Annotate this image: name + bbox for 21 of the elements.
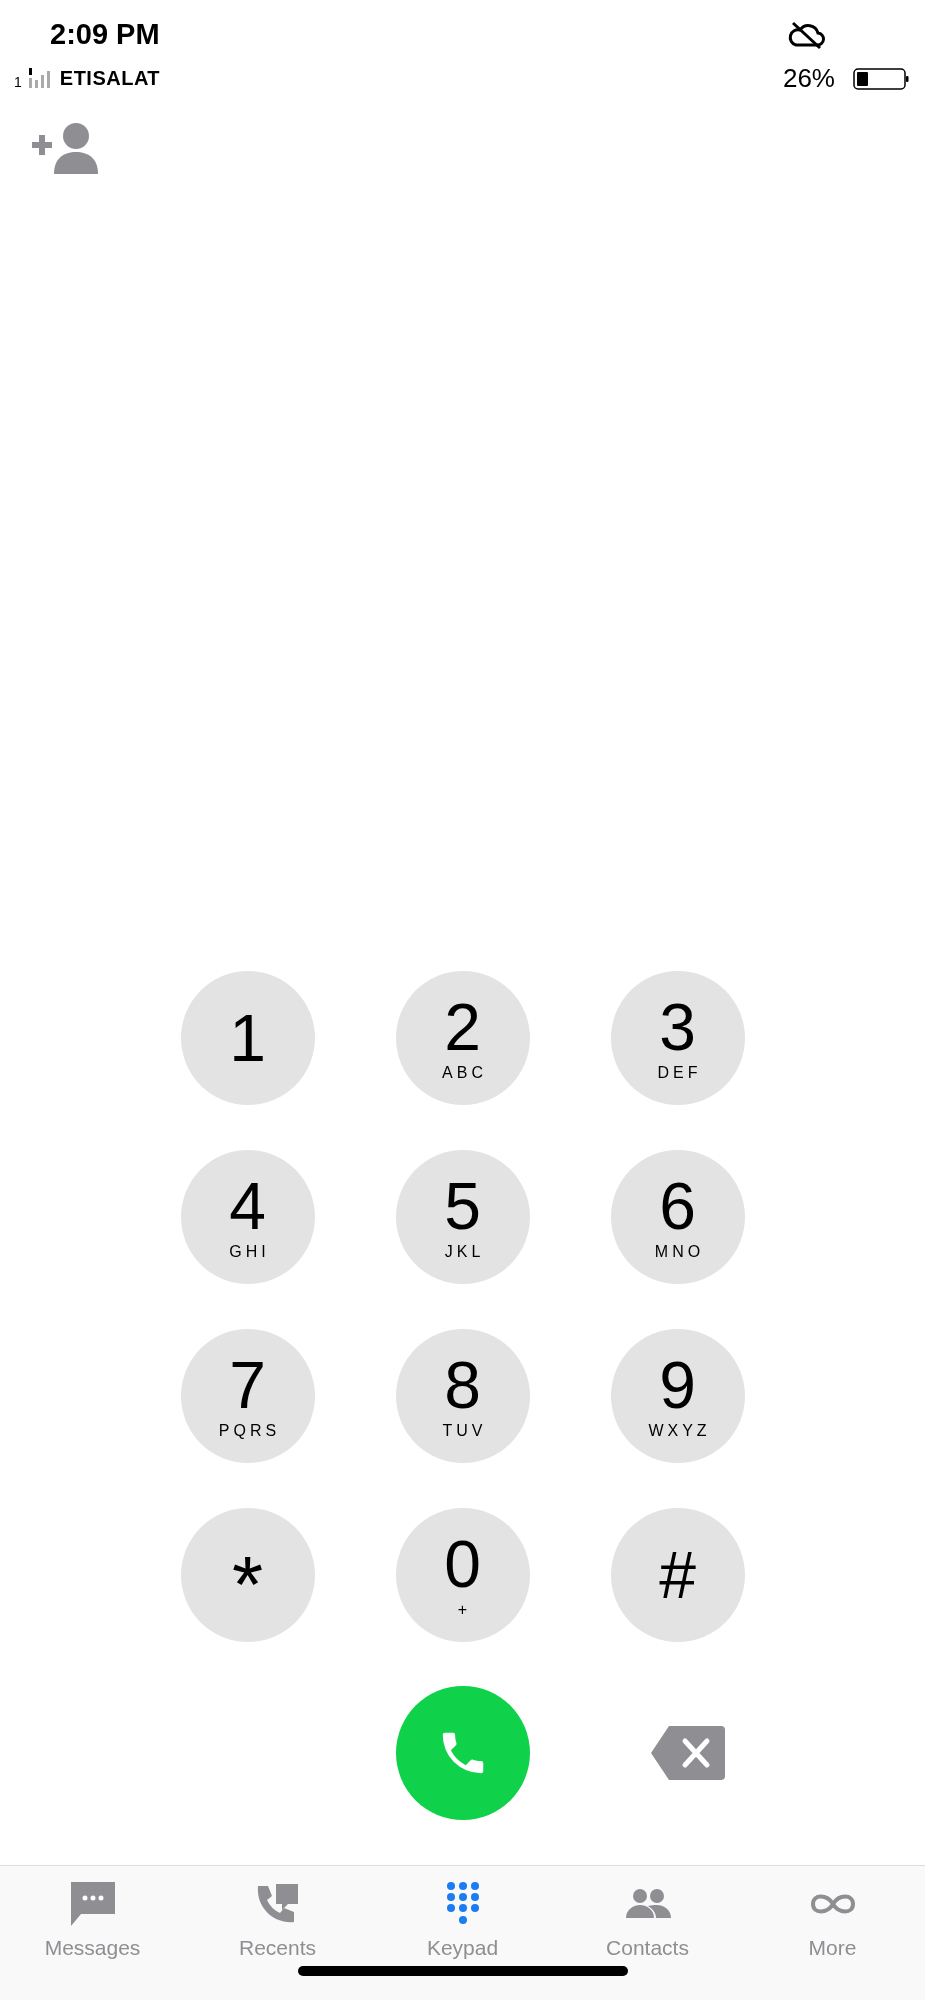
keypad-key[interactable]: 8 TUV [395,1329,530,1463]
sim-slot: 1 [14,74,22,90]
message-bubble-icon [68,1880,117,1928]
keypad-key[interactable]: * [180,1508,315,1642]
keypad-key[interactable]: 4 GHI [180,1150,315,1284]
keypad-key[interactable]: 2 ABC [395,971,530,1105]
keypad-key[interactable]: 3 DEF [610,971,745,1105]
keypad-key[interactable]: 5 JKL [395,1150,530,1284]
keypad-key[interactable]: 1 [180,971,315,1105]
keypad-key[interactable]: 0 + [395,1508,530,1642]
cloud-off-icon [787,19,827,50]
keypad-key[interactable]: # [610,1508,745,1642]
battery-icon [853,67,909,90]
signal-icon [27,68,50,90]
backspace-icon[interactable] [650,1726,725,1780]
keypad-key[interactable]: 7 PQRS [180,1329,315,1463]
keypad-key[interactable]: 6 MNO [610,1150,745,1284]
status-time: 2:09 PM [50,18,160,51]
battery-percent: 26% [782,63,835,94]
keypad-key[interactable]: 9 WXYZ [610,1329,745,1463]
carrier-name: ETISALAT [59,67,161,90]
